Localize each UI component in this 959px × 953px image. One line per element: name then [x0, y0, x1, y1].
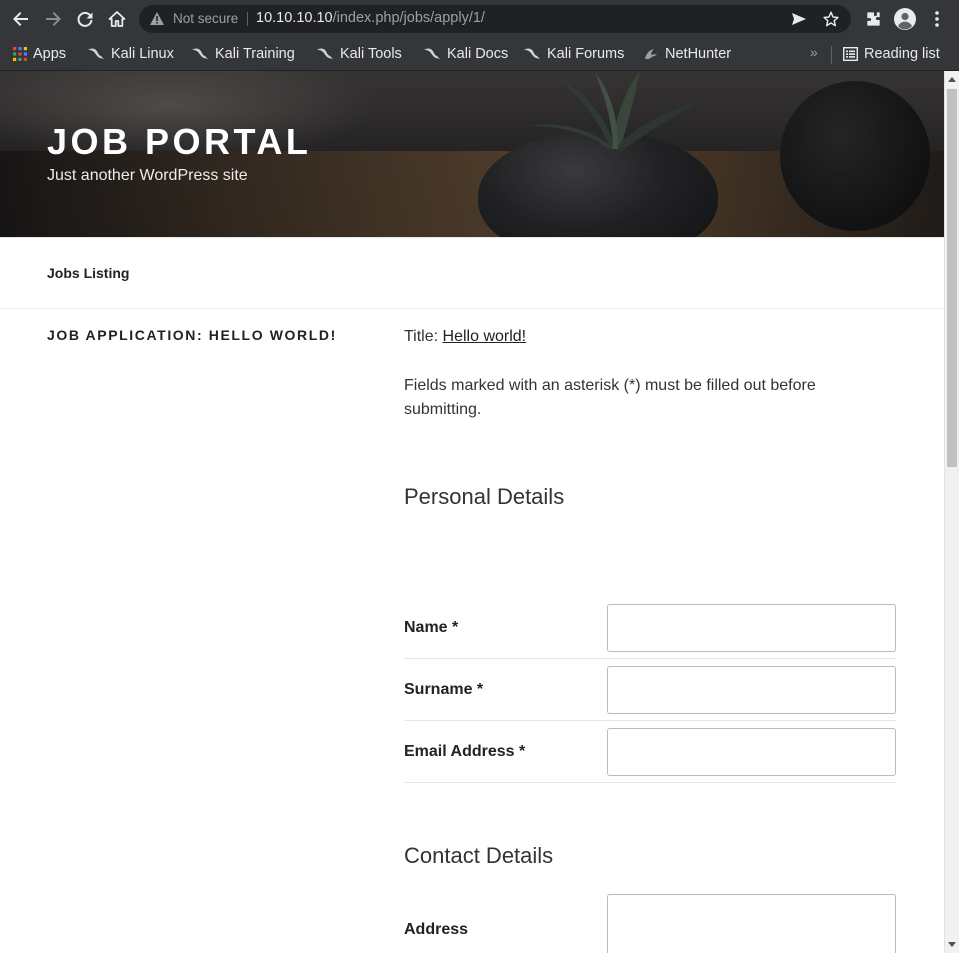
bookmark-label: Kali Training: [215, 46, 295, 62]
page-viewport: JOB PORTAL Just another WordPress site J…: [0, 71, 944, 953]
kali-dragon-icon: [192, 48, 208, 59]
bookmark-nethunter[interactable]: NetHunter: [643, 43, 731, 65]
section-title-personal-details: Personal Details: [404, 484, 565, 509]
browser-toolbar: Not secure 10.10.10.10/index.php/jobs/ap…: [0, 0, 959, 38]
bookmark-label: Apps: [33, 46, 67, 62]
kali-dragon-icon: [317, 48, 333, 59]
bookmark-label: Kali Tools: [340, 46, 402, 62]
omnibox-separator: [247, 12, 248, 26]
required-fields-notice: Fields marked with an asterisk (*) must …: [404, 377, 816, 418]
address-textarea[interactable]: [607, 894, 896, 953]
bookmark-apps[interactable]: Apps: [13, 43, 66, 65]
scrollbar-thumb[interactable]: [947, 89, 957, 467]
bookmark-kali-training[interactable]: Kali Training: [191, 43, 295, 65]
reload-icon[interactable]: [73, 7, 97, 31]
bookmarks-bar: Apps Kali Linux Kali Training Kali Tools…: [0, 38, 959, 71]
bookmark-label: Kali Docs: [447, 46, 509, 62]
home-icon[interactable]: [105, 7, 129, 31]
site-navigation: Jobs Listing: [0, 237, 944, 309]
form-row-email: Email Address *: [404, 721, 896, 783]
surname-label: Surname *: [404, 681, 484, 698]
reading-list-button[interactable]: Reading list: [843, 43, 940, 65]
bookmark-label: NetHunter: [665, 46, 732, 62]
nav-item-jobs-listing[interactable]: Jobs Listing: [47, 265, 129, 281]
address-label: Address: [404, 921, 469, 938]
bookmarks-divider: [831, 46, 832, 64]
scroll-up-arrow-icon[interactable]: [948, 77, 956, 82]
bookmark-kali-docs[interactable]: Kali Docs: [423, 43, 508, 65]
reading-list-icon: [843, 47, 858, 61]
bookmark-star-icon[interactable]: [823, 11, 839, 32]
back-arrow-icon[interactable]: [9, 7, 33, 31]
kebab-menu-icon[interactable]: [925, 7, 949, 31]
kali-dragon-icon: [88, 48, 104, 59]
url-host: 10.10.10.10: [256, 10, 333, 26]
form-row-surname: Surname *: [404, 659, 896, 721]
kali-dragon-icon: [524, 48, 540, 59]
kali-dragon-icon: [424, 48, 440, 59]
surname-input[interactable]: [607, 666, 896, 714]
bookmarks-overflow-chevron[interactable]: »: [810, 44, 818, 60]
email-input[interactable]: [607, 728, 896, 776]
page-title: JOB APPLICATION: HELLO WORLD!: [47, 327, 337, 343]
warning-triangle-icon[interactable]: [150, 12, 164, 30]
job-title-line: Title: Hello world!: [404, 328, 526, 346]
name-label: Name *: [404, 619, 459, 636]
section-title-contact-details: Contact Details: [404, 843, 554, 868]
profile-avatar-icon[interactable]: [893, 7, 917, 31]
address-bar[interactable]: Not secure 10.10.10.10/index.php/jobs/ap…: [139, 5, 851, 33]
form-row-address: Address: [404, 894, 896, 953]
page-scrollbar[interactable]: [944, 71, 959, 953]
scroll-down-arrow-icon[interactable]: [948, 942, 956, 947]
email-label: Email Address *: [404, 743, 526, 760]
form-row-name: Name *: [404, 597, 896, 659]
forward-arrow-icon[interactable]: [41, 7, 65, 31]
bookmark-label: Kali Linux: [111, 46, 174, 62]
site-header-image: JOB PORTAL Just another WordPress site: [0, 71, 944, 237]
job-title-link[interactable]: Hello world!: [443, 328, 527, 345]
bookmark-kali-linux[interactable]: Kali Linux: [87, 43, 174, 65]
nethunter-icon: [645, 49, 657, 59]
bookmark-kali-tools[interactable]: Kali Tools: [316, 43, 402, 65]
extensions-puzzle-icon[interactable]: [861, 7, 885, 31]
apps-grid-icon: [13, 47, 27, 61]
send-tab-icon[interactable]: [791, 11, 807, 32]
url-path: /index.php/jobs/apply/1/: [332, 10, 485, 26]
site-description: Just another WordPress site: [47, 167, 248, 184]
url-text[interactable]: 10.10.10.10/index.php/jobs/apply/1/: [256, 10, 485, 26]
bookmark-label: Kali Forums: [547, 46, 625, 62]
site-title[interactable]: JOB PORTAL: [47, 121, 311, 163]
security-label[interactable]: Not secure: [173, 11, 238, 26]
job-title-prefix: Title:: [404, 328, 439, 345]
bookmark-kali-forums[interactable]: Kali Forums: [523, 43, 624, 65]
name-input[interactable]: [607, 604, 896, 652]
reading-list-label: Reading list: [864, 46, 940, 62]
